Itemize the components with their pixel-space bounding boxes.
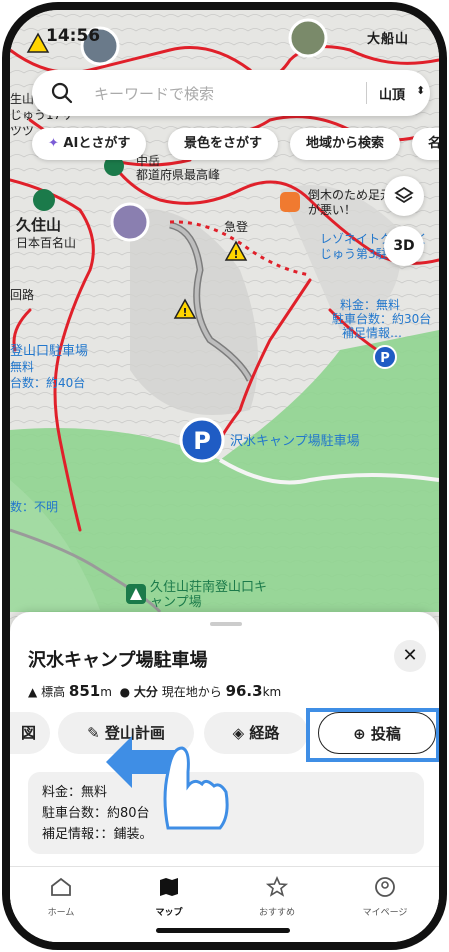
place-title: 沢水キャンプ場駐車場: [28, 650, 208, 671]
svg-text:P: P: [380, 351, 390, 366]
photo-thumbnail[interactable]: [110, 202, 150, 242]
map-label: 都道府県最高峰: [136, 168, 221, 182]
sheet-handle[interactable]: [210, 622, 242, 626]
home-indicator: [156, 928, 290, 933]
mountain-icon: ▲: [28, 685, 38, 699]
peak-marker[interactable]: [33, 189, 55, 211]
route-label: 経路: [249, 724, 280, 742]
chip-label: AIとさがす: [63, 136, 131, 151]
search-input[interactable]: キーワードで検索: [94, 83, 214, 104]
map-label-parking: 登山口駐車場: [10, 344, 89, 359]
map-label-parking-selected: 沢水キャンプ場駐車場: [230, 434, 360, 449]
map-label-kuju: 久住山: [16, 216, 62, 234]
star-icon: [265, 875, 289, 897]
profile-icon: [375, 877, 395, 897]
map-label: 数：不明: [10, 500, 59, 514]
fallen-tree-icon[interactable]: [280, 192, 300, 212]
updown-icon: ⬍: [416, 84, 426, 97]
place-meta: ▲ 標高 851m ● 大分 現在地から 96.3km: [28, 682, 281, 700]
tab-label: おすすめ: [258, 908, 295, 918]
map-label: 急登: [224, 220, 249, 234]
distance-label: 現在地から: [161, 685, 222, 699]
map-label: ツツ: [10, 124, 35, 138]
map-label: 料金：無料: [340, 298, 401, 312]
chip-ai-search[interactable]: ✦ AIとさがす: [32, 128, 147, 160]
svg-text:!: !: [182, 306, 187, 319]
chip-region[interactable]: 地域から検索: [290, 128, 401, 160]
map-label: 回路: [10, 288, 35, 302]
distance-value: 96.3: [225, 682, 263, 700]
home-icon: [51, 877, 71, 896]
search-icon: [51, 82, 73, 104]
map-label: 台数：約40台: [10, 376, 86, 390]
map-icon: [160, 878, 178, 896]
chip-name[interactable]: 名前: [412, 128, 439, 160]
tab-home[interactable]: ホーム: [16, 875, 106, 918]
layers-button[interactable]: [384, 176, 424, 216]
tab-label: マップ: [155, 908, 183, 918]
map-label-camp: 久住山荘南登山口キャンプ場: [150, 580, 268, 610]
distance-unit: km: [262, 685, 282, 699]
search-bar[interactable]: キーワードで検索 山頂 ⬍: [32, 70, 430, 116]
highlight-box: [306, 708, 439, 762]
svg-text:P: P: [193, 427, 211, 455]
elevation-label: 標高: [41, 685, 66, 699]
map-label: 生山: [10, 92, 35, 106]
map-action-button[interactable]: 図: [10, 712, 50, 754]
sparkle-icon: ✦: [48, 136, 64, 151]
phone-frame: ! ! P P 生山 じゅう17サ ツツ 中岳 都道府県最高峰 久住山 日本百名…: [2, 2, 447, 950]
prefecture: 大分: [133, 685, 158, 699]
status-time: 14:56: [46, 26, 101, 46]
filter-select[interactable]: 山頂: [379, 84, 405, 103]
tab-label: マイページ: [362, 908, 408, 918]
map-label: 無料: [10, 360, 35, 374]
chip-scenery[interactable]: 景色をさがす: [168, 128, 279, 160]
tab-mypage[interactable]: マイページ: [340, 875, 430, 918]
close-button[interactable]: ✕: [394, 640, 426, 672]
location-pin-icon: ●: [119, 685, 131, 699]
status-label: 大船山: [366, 32, 409, 47]
tab-recommended[interactable]: おすすめ: [232, 875, 322, 918]
elevation-value: 851: [68, 682, 101, 700]
divider: [366, 82, 367, 104]
svg-text:!: !: [233, 248, 238, 261]
elevation-unit: m: [100, 685, 112, 699]
map-label: 日本百名山: [16, 236, 77, 250]
map-label: 駐車台数：約30台: [332, 312, 432, 326]
tab-map[interactable]: マップ: [124, 875, 214, 918]
status-bar: 14:56 大船山: [10, 10, 439, 58]
layers-icon: [394, 186, 414, 204]
close-icon: ✕: [402, 645, 418, 666]
map-label: 補足情報…: [342, 326, 403, 340]
tab-label: ホーム: [47, 908, 75, 918]
3d-button[interactable]: 3D: [384, 226, 424, 266]
swipe-hint-icon: [106, 736, 229, 830]
